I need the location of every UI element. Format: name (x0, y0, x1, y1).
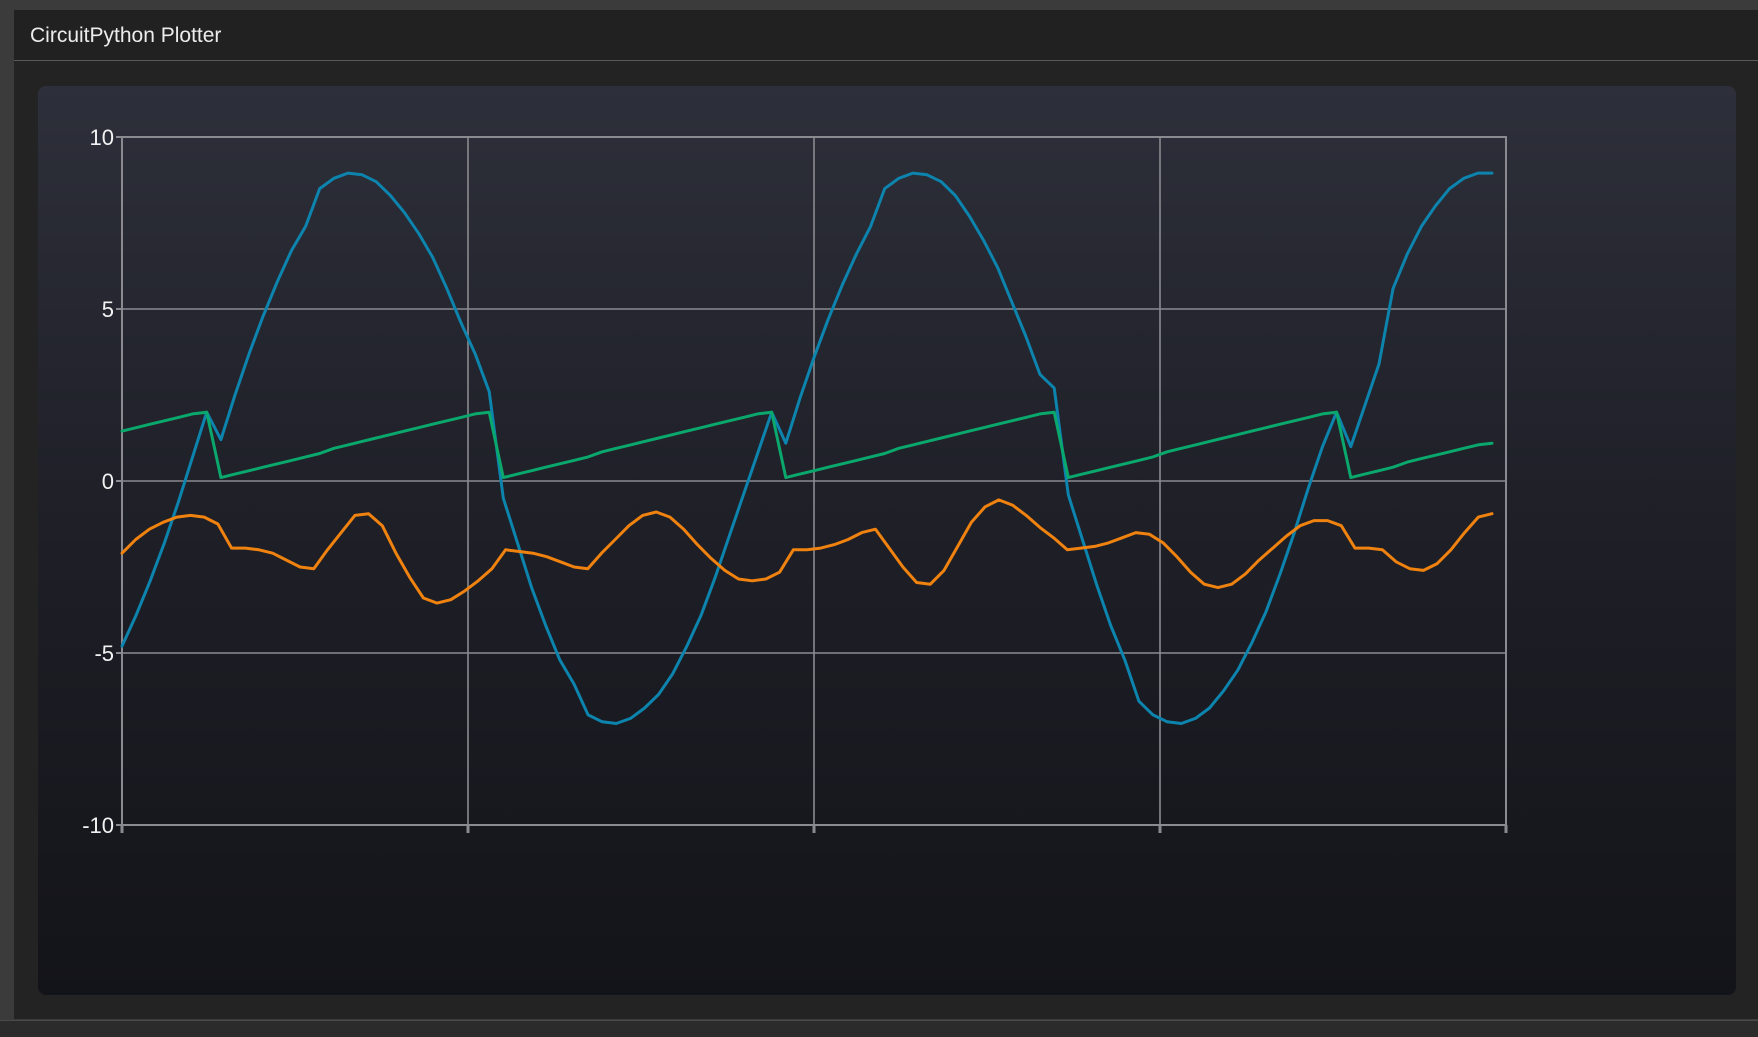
line-chart: 10 5 0 -5 -10 (82, 125, 1508, 838)
status-strip (0, 1020, 1758, 1037)
window-title: CircuitPython Plotter (30, 24, 222, 47)
y-tick-label: 0 (102, 469, 114, 494)
y-tick-label: 5 (102, 297, 114, 322)
title-bar: CircuitPython Plotter (14, 10, 1758, 61)
plot-panel: 10 5 0 -5 -10 (38, 86, 1736, 995)
series-line-2 (120, 410, 1494, 480)
y-tick-label: -10 (82, 813, 114, 838)
series-line-1 (120, 171, 1494, 725)
y-tick-label: 10 (90, 125, 114, 150)
y-tick-label: -5 (94, 641, 114, 666)
